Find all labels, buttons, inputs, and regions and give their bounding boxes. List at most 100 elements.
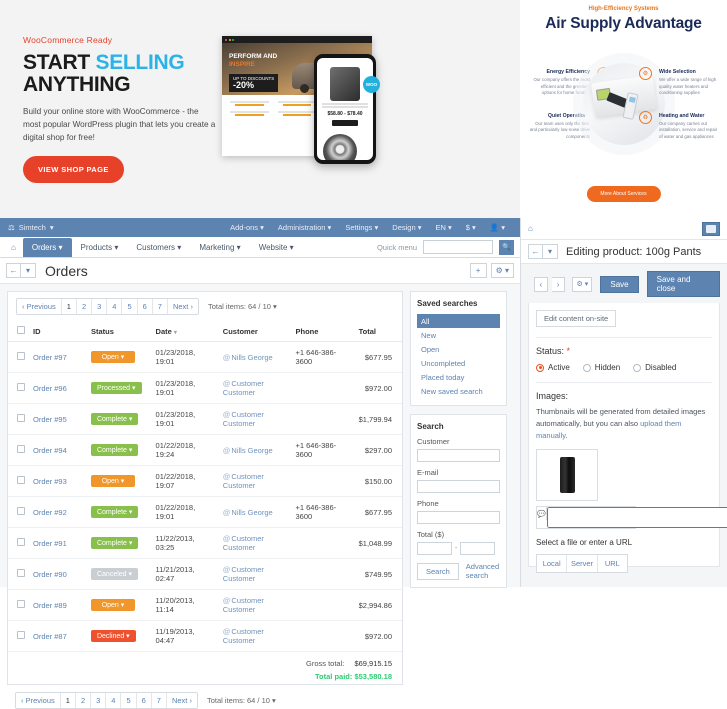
order-id-link[interactable]: Order #92 — [33, 508, 67, 517]
pagination-page-4[interactable]: 4 — [107, 299, 122, 314]
row-checkbox[interactable] — [17, 383, 25, 391]
saved-search-open[interactable]: Open — [417, 342, 500, 356]
order-id-link[interactable]: Order #95 — [33, 415, 67, 424]
pagination-page-5[interactable]: 5 — [122, 299, 137, 314]
col-header-id[interactable]: ID — [29, 321, 87, 342]
total-to-field[interactable] — [460, 542, 495, 555]
pagination-page-2[interactable]: 2 — [77, 299, 92, 314]
bottom-pagination-page-2[interactable]: 2 — [76, 693, 91, 708]
saved-search-placed-today[interactable]: Placed today — [417, 370, 500, 384]
radio-icon[interactable] — [633, 364, 641, 372]
status-badge[interactable]: Processed ▾ — [91, 382, 142, 394]
row-checkbox[interactable] — [17, 476, 25, 484]
menu-item-customers[interactable]: Customers ▾ — [127, 239, 190, 256]
table-row[interactable]: Order #96 Processed ▾ 01/23/2018, 19:01 … — [8, 373, 402, 404]
menu-item-marketing[interactable]: Marketing ▾ — [190, 239, 249, 256]
table-row[interactable]: Order #89 Open ▾ 11/20/2013, 11:14 @Cust… — [8, 590, 402, 621]
order-id-link[interactable]: Order #97 — [33, 353, 67, 362]
back-button[interactable]: ← — [6, 263, 21, 278]
col-header-date[interactable]: Date ▾ — [152, 321, 219, 342]
gear-icon[interactable]: ⚙ ▾ — [491, 263, 514, 278]
topbar-item-administration[interactable]: Administration ▾ — [271, 223, 338, 232]
bottom-pagination-next[interactable]: Next › — [167, 693, 197, 708]
row-checkbox[interactable] — [17, 414, 25, 422]
customer-link[interactable]: @Customer Customer — [223, 534, 264, 552]
customer-link[interactable]: @Customer Customer — [223, 565, 264, 583]
order-id-link[interactable]: Order #96 — [33, 384, 67, 393]
status-badge[interactable]: Canceled ▾ — [91, 568, 138, 580]
total-from-field[interactable] — [417, 542, 452, 555]
brand-logo[interactable]: ⚖ Simtech ▾ — [8, 223, 54, 232]
status-badge[interactable]: Complete ▾ — [91, 413, 138, 425]
customer-link[interactable]: @Customer Customer — [223, 627, 264, 645]
topbar-item-settings[interactable]: Settings ▾ — [338, 223, 385, 232]
table-row[interactable]: Order #87 Declined ▾ 11/19/2013, 04:47 @… — [8, 621, 402, 652]
topbar-item-language[interactable]: EN ▾ — [429, 223, 459, 232]
previous-product-button[interactable]: ‹ — [534, 277, 548, 292]
col-header-phone[interactable]: Phone — [291, 321, 354, 342]
row-checkbox[interactable] — [17, 631, 25, 639]
radio-icon[interactable] — [583, 364, 591, 372]
window-icon[interactable] — [702, 222, 720, 236]
status-badge[interactable]: Complete ▾ — [91, 444, 138, 456]
topbar-item-design[interactable]: Design ▾ — [385, 223, 428, 232]
pagination-page-6[interactable]: 6 — [138, 299, 153, 314]
order-id-link[interactable]: Order #91 — [33, 539, 67, 548]
search-button[interactable]: Search — [417, 563, 459, 580]
phone-field[interactable] — [417, 511, 500, 524]
row-checkbox[interactable] — [17, 352, 25, 360]
menu-item-products[interactable]: Products ▾ — [72, 239, 128, 256]
customer-link[interactable]: @Customer Customer — [223, 472, 264, 490]
status-option-hidden[interactable]: Hidden — [583, 363, 620, 372]
pagination-next[interactable]: Next › — [168, 299, 198, 314]
total-items-label[interactable]: Total items: 64 / 10 ▾ — [208, 302, 277, 311]
order-id-link[interactable]: Order #89 — [33, 601, 67, 610]
saved-search-new-saved-search[interactable]: New saved search — [417, 384, 500, 398]
home-icon[interactable]: ⌂ — [528, 224, 533, 233]
pagination-page-1[interactable]: 1 — [62, 299, 77, 314]
save-and-close-button[interactable]: Save and close — [647, 271, 720, 297]
customer-link[interactable]: @Nills George — [223, 508, 273, 517]
table-row[interactable]: Order #95 Complete ▾ 01/23/2018, 19:01 @… — [8, 404, 402, 435]
customer-link[interactable]: @Nills George — [223, 446, 273, 455]
source-local-button[interactable]: Local — [537, 555, 567, 572]
status-badge[interactable]: Open ▾ — [91, 351, 135, 363]
edit-content-onsite-button[interactable]: Edit content on-site — [536, 310, 616, 327]
customer-link[interactable]: @Nills George — [223, 353, 273, 362]
row-checkbox[interactable] — [17, 600, 25, 608]
status-badge[interactable]: Complete ▾ — [91, 537, 138, 549]
status-badge[interactable]: Open ▾ — [91, 599, 135, 611]
customer-field[interactable] — [417, 449, 500, 462]
col-header-total[interactable]: Total — [355, 321, 402, 342]
select-all-checkbox[interactable] — [17, 326, 25, 334]
view-shop-page-button[interactable]: VIEW SHOP PAGE — [23, 156, 124, 183]
table-row[interactable]: Order #90 Canceled ▾ 11/21/2013, 02:47 @… — [8, 559, 402, 590]
advanced-search-link[interactable]: Advanced search — [466, 562, 500, 580]
search-input[interactable] — [423, 240, 493, 254]
col-header-customer[interactable]: Customer — [219, 321, 292, 342]
col-header-status[interactable]: Status — [87, 321, 152, 342]
bottom-pagination-page-3[interactable]: 3 — [91, 693, 106, 708]
bottom-pagination-page-1[interactable]: 1 — [61, 693, 76, 708]
saved-search-uncompleted[interactable]: Uncompleted — [417, 356, 500, 370]
history-dropdown-button[interactable]: ▾ — [21, 263, 36, 278]
gear-icon[interactable]: ⚙ ▾ — [572, 277, 592, 292]
order-id-link[interactable]: Order #90 — [33, 570, 67, 579]
status-badge[interactable]: Open ▾ — [91, 475, 135, 487]
bottom-pagination-previous[interactable]: ‹ Previous — [16, 693, 61, 708]
source-url-button[interactable]: URL — [598, 555, 627, 572]
add-order-button[interactable]: + — [470, 263, 487, 278]
table-row[interactable]: Order #91 Complete ▾ 11/22/2013, 03:25 @… — [8, 528, 402, 559]
order-id-link[interactable]: Order #94 — [33, 446, 67, 455]
saved-search-all[interactable]: All — [417, 314, 500, 328]
product-back-button[interactable]: ← — [528, 244, 543, 259]
next-product-button[interactable]: › — [552, 277, 566, 292]
bottom-pagination-page-4[interactable]: 4 — [106, 693, 121, 708]
row-checkbox[interactable] — [17, 507, 25, 515]
status-badge[interactable]: Complete ▾ — [91, 506, 138, 518]
menu-item-orders[interactable]: Orders ▾ — [23, 238, 72, 257]
topbar-item-currency[interactable]: $ ▾ — [459, 223, 483, 232]
row-checkbox[interactable] — [17, 569, 25, 577]
table-row[interactable]: Order #93 Open ▾ 01/22/2018, 19:07 @Cust… — [8, 466, 402, 497]
bottom-pagination-page-7[interactable]: 7 — [152, 693, 167, 708]
